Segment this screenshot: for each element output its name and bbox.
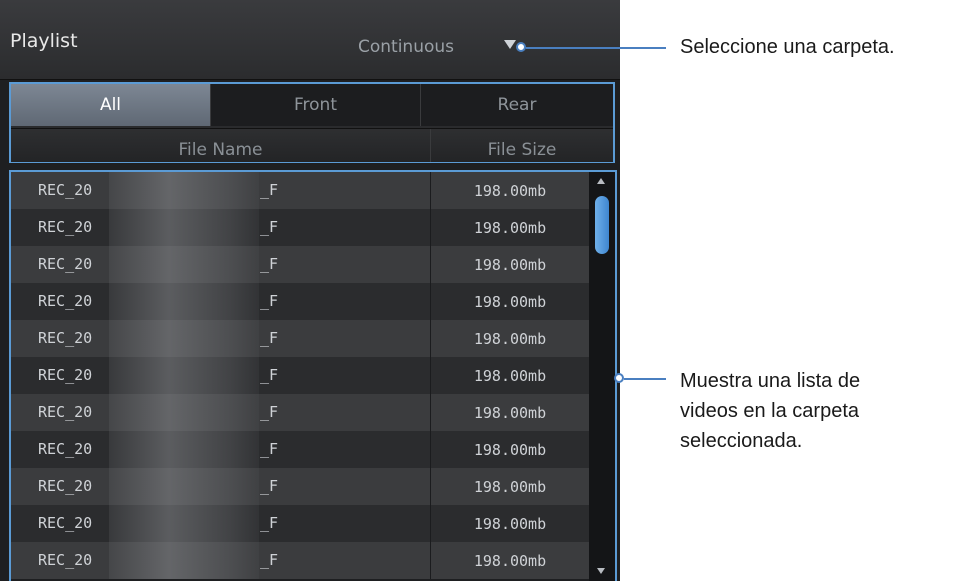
file-size-cell: 198.00mb [473, 366, 547, 385]
callout-list-line1: Muestra una lista de [680, 370, 861, 392]
file-name-suffix: _F [260, 181, 279, 199]
tab-bar: All Front Rear [11, 84, 613, 126]
file-name-prefix: REC_20 [38, 366, 93, 384]
redacted-filename-blur [109, 172, 259, 209]
callout-line-folder [526, 47, 666, 49]
file-name-prefix: REC_20 [38, 255, 93, 273]
file-name-suffix: _F [260, 255, 279, 273]
file-size-cell: 198.00mb [473, 514, 547, 533]
file-name-cell: REC_20 _F [11, 431, 431, 468]
file-name-cell: REC_20 _F [11, 394, 431, 431]
table-row[interactable]: REC_20 _F 198.00mb [11, 172, 589, 209]
scroll-down-icon[interactable] [597, 568, 605, 574]
callout-list-text: Muestra una lista de videos en la carpet… [680, 366, 860, 456]
file-name-cell: REC_20 _F [11, 209, 431, 246]
tab-all[interactable]: All [11, 84, 211, 126]
file-name-suffix: _F [260, 514, 279, 532]
file-size-cell: 198.00mb [473, 292, 547, 311]
file-name-cell: REC_20 _F [11, 505, 431, 542]
callout-list-line3: seleccionada. [680, 430, 803, 452]
redacted-filename-blur [109, 246, 259, 283]
file-size-cell: 198.00mb [473, 218, 547, 237]
playlist-panel: Playlist Continuous All Front Rear File … [0, 0, 620, 581]
file-name-cell: REC_20 _F [11, 283, 431, 320]
callout-dot-folder [516, 42, 526, 52]
table-row[interactable]: REC_20 _F 198.00mb [11, 431, 589, 468]
file-name-prefix: REC_20 [38, 403, 93, 421]
file-size-cell: 198.00mb [473, 403, 547, 422]
callout-list-line2: videos en la carpeta [680, 400, 860, 422]
file-size-cell: 198.00mb [473, 551, 547, 570]
file-name-suffix: _F [260, 403, 279, 421]
file-name-cell: REC_20 _F [11, 468, 431, 505]
redacted-filename-blur [109, 357, 259, 394]
redacted-filename-blur [109, 542, 259, 579]
file-name-prefix: REC_20 [38, 477, 93, 495]
file-name-cell: REC_20 _F [11, 172, 431, 209]
redacted-filename-blur [109, 283, 259, 320]
scroll-up-icon[interactable] [597, 178, 605, 184]
redacted-filename-blur [109, 431, 259, 468]
file-size-cell: 198.00mb [473, 440, 547, 459]
scrollbar[interactable] [589, 172, 615, 581]
column-header-file-name[interactable]: File Name [11, 129, 431, 162]
table-row[interactable]: REC_20 _F 198.00mb [11, 542, 589, 579]
file-size-cell: 198.00mb [473, 477, 547, 496]
redacted-filename-blur [109, 320, 259, 357]
file-name-suffix: _F [260, 218, 279, 236]
table-row[interactable]: REC_20 _F 198.00mb [11, 209, 589, 246]
table-row[interactable]: REC_20 _F 198.00mb [11, 320, 589, 357]
callout-line-list [624, 378, 666, 380]
file-name-prefix: REC_20 [38, 514, 93, 532]
file-name-prefix: REC_20 [38, 181, 93, 199]
file-name-cell: REC_20 _F [11, 542, 431, 579]
redacted-filename-blur [109, 394, 259, 431]
chevron-down-icon[interactable] [504, 40, 516, 49]
tab-front[interactable]: Front [211, 84, 421, 126]
tab-rear[interactable]: Rear [421, 84, 613, 126]
playlist-title: Playlist [10, 30, 78, 52]
file-name-prefix: REC_20 [38, 329, 93, 347]
playlist-header: Playlist Continuous [0, 0, 620, 80]
file-name-prefix: REC_20 [38, 218, 93, 236]
column-header-file-size[interactable]: File Size [431, 129, 613, 162]
file-list: REC_20 _F 198.00mb REC_20 _F 198.00mb REC_20 _F… [9, 170, 617, 581]
callout-dot-list [614, 373, 624, 383]
table-row[interactable]: REC_20 _F 198.00mb [11, 394, 589, 431]
file-size-cell: 198.00mb [473, 329, 547, 348]
table-row[interactable]: REC_20 _F 198.00mb [11, 246, 589, 283]
file-size-cell: 198.00mb [473, 255, 547, 274]
file-name-cell: REC_20 _F [11, 357, 431, 394]
table-row[interactable]: REC_20 _F 198.00mb [11, 283, 589, 320]
column-header-row: File Name File Size [11, 128, 613, 162]
table-row[interactable]: REC_20 _F 198.00mb [11, 468, 589, 505]
file-size-cell: 198.00mb [473, 181, 547, 200]
redacted-filename-blur [109, 505, 259, 542]
scrollbar-thumb[interactable] [595, 196, 609, 254]
file-name-suffix: _F [260, 477, 279, 495]
redacted-filename-blur [109, 209, 259, 246]
file-name-prefix: REC_20 [38, 440, 93, 458]
file-name-suffix: _F [260, 440, 279, 458]
filter-and-column-header: All Front Rear File Name File Size [9, 82, 615, 163]
file-name-suffix: _F [260, 292, 279, 310]
file-name-suffix: _F [260, 329, 279, 347]
file-name-suffix: _F [260, 366, 279, 384]
file-name-cell: REC_20 _F [11, 246, 431, 283]
file-list-rows: REC_20 _F 198.00mb REC_20 _F 198.00mb REC_20 _F… [11, 172, 589, 579]
playback-mode-dropdown[interactable]: Continuous [358, 37, 454, 57]
redacted-filename-blur [109, 468, 259, 505]
file-name-cell: REC_20 _F [11, 320, 431, 357]
file-name-prefix: REC_20 [38, 551, 93, 569]
file-name-prefix: REC_20 [38, 292, 93, 310]
table-row[interactable]: REC_20 _F 198.00mb [11, 505, 589, 542]
file-name-suffix: _F [260, 551, 279, 569]
table-row[interactable]: REC_20 _F 198.00mb [11, 357, 589, 394]
callout-folder-text: Seleccione una carpeta. [680, 36, 895, 58]
